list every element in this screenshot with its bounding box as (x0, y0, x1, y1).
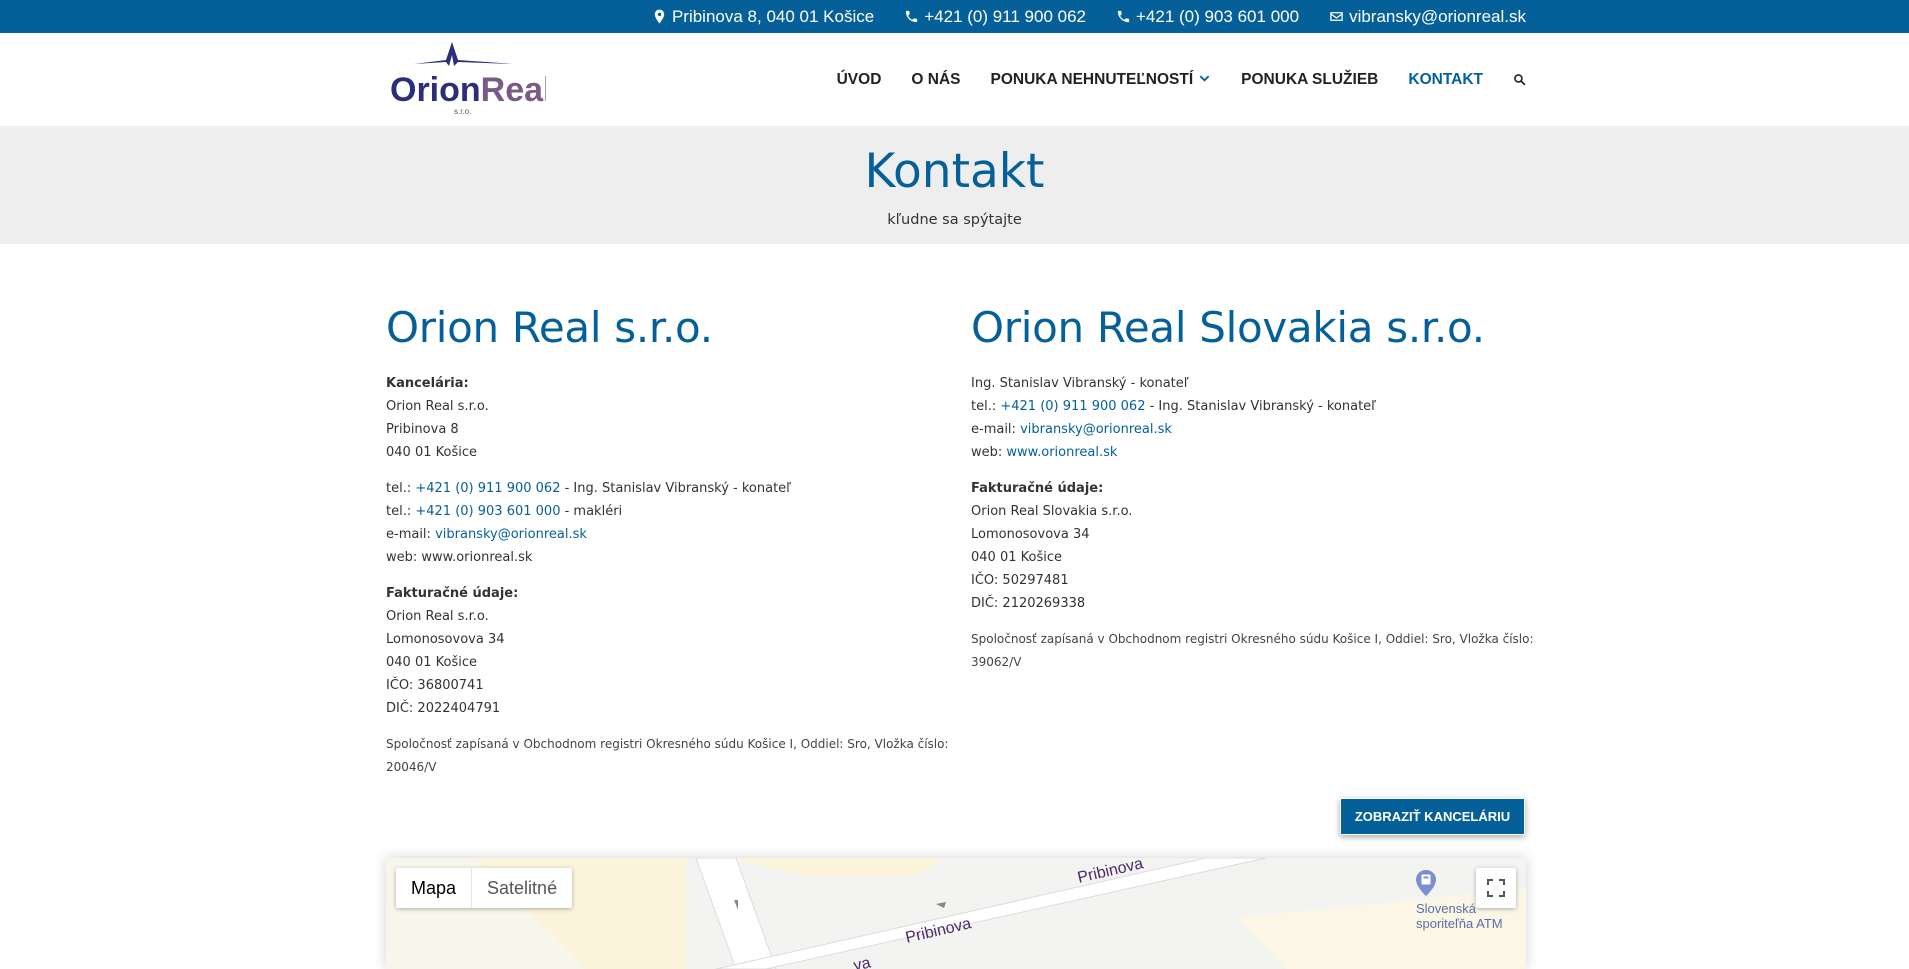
billing-line: Orion Real s.r.o. (386, 609, 489, 624)
registry-note: Spoločnosť zapísaná v Obchodnom registri… (971, 628, 1534, 674)
topbar-phone-1[interactable]: +421 (0) 911 900 062 (904, 7, 1086, 27)
tel-prefix: tel.: (386, 504, 412, 519)
email-prefix: e-mail: (971, 422, 1016, 437)
phone-line: tel.: +421 (0) 911 900 062 - Ing. Stanis… (971, 395, 1526, 418)
main-nav: ÚVOD O NÁS PONUKA NEHNUTEĽNOSTÍ PONUKA S… (837, 33, 1526, 126)
billing-heading: Fakturačné údaje: (971, 481, 1104, 496)
email-prefix: e-mail: (386, 527, 431, 542)
billing-line: Lomonosovova 34 (971, 527, 1090, 542)
web-line: web: www.orionreal.sk (971, 441, 1526, 464)
email-link[interactable]: vibransky@orionreal.sk (1020, 422, 1172, 437)
phone-line-1: tel.: +421 (0) 911 900 062 - Ing. Stanis… (386, 477, 926, 500)
chevron-down-icon (1199, 75, 1210, 82)
map-type-map-button[interactable]: Mapa (396, 868, 471, 908)
nav-kontakt[interactable]: KONTAKT (1408, 71, 1483, 89)
map-marker-icon (654, 9, 665, 24)
registry-note-line: 20046/V (386, 760, 437, 774)
orion-real-logo[interactable]: OrionReal s.r.o. (386, 40, 553, 120)
billing-line: IČO: 36800741 (386, 678, 484, 693)
registry-note-line: Spoločnosť zapísaná v Obchodnom registri… (386, 737, 949, 751)
web-link[interactable]: www.orionreal.sk (1006, 445, 1117, 460)
search-button[interactable] (1513, 73, 1526, 86)
billing-line: 040 01 Košice (386, 655, 477, 670)
billing-line: Lomonosovova 34 (386, 632, 505, 647)
atm-poi-label: Slovenská sporiteľňa ATM (1416, 901, 1503, 931)
envelope-icon (1330, 12, 1343, 21)
company-name: Orion Real Slovakia s.r.o. (971, 303, 1485, 352)
nav-ponuka-nehnutelnosti-label: PONUKA NEHNUTEĽNOSTÍ (990, 70, 1194, 88)
search-icon (1514, 74, 1526, 86)
phone-link-1[interactable]: +421 (0) 911 900 062 (415, 481, 560, 496)
web-line: web: www.orionreal.sk (386, 550, 533, 565)
phone-role: - makléri (560, 504, 623, 519)
topbar-address: Pribinova 8, 040 01 Košice (652, 7, 874, 27)
billing-details: Fakturačné údaje: Orion Real s.r.o. Lomo… (386, 582, 926, 720)
site-header: OrionReal s.r.o. ÚVOD O NÁS PONUKA NEHNU… (0, 33, 1909, 126)
billing-line: DIČ: 2120269338 (971, 596, 1086, 611)
map-type-control: Mapa Satelitné (396, 868, 573, 908)
company-orion-real: Orion Real s.r.o. Kancelária: Orion Real… (386, 244, 949, 792)
billing-details: Fakturačné údaje: Orion Real Slovakia s.… (971, 477, 1526, 615)
topbar-email-text: vibransky@orionreal.sk (1349, 6, 1526, 26)
tel-prefix: tel.: (386, 481, 412, 496)
atm-pin-icon[interactable] (1416, 870, 1436, 896)
nav-ponuka-nehnutelnosti[interactable]: PONUKA NEHNUTEĽNOSTÍ (991, 71, 1212, 89)
office-line: Orion Real s.r.o. (386, 399, 489, 414)
poi-label-line: sporiteľňa ATM (1416, 916, 1503, 931)
phone-line-2: tel.: +421 (0) 903 601 000 - makléri (386, 500, 926, 523)
phone-icon (906, 10, 918, 23)
topbar-email[interactable]: vibransky@orionreal.sk (1329, 7, 1526, 27)
office-address: Kancelária: Orion Real s.r.o. Pribinova … (386, 372, 926, 464)
topbar-phone-2-text: +421 (0) 903 601 000 (1136, 6, 1300, 26)
billing-line: IČO: 50297481 (971, 573, 1069, 588)
contact-details: tel.: +421 (0) 911 900 062 - Ing. Stanis… (386, 477, 926, 569)
company-orion-real-slovakia: Orion Real Slovakia s.r.o. Ing. Stanisla… (971, 244, 1534, 687)
phone-icon (1117, 10, 1130, 23)
phone-link[interactable]: +421 (0) 911 900 062 (1000, 399, 1145, 414)
web-prefix: web: (971, 445, 1003, 460)
email-link[interactable]: vibransky@orionreal.sk (435, 527, 587, 542)
page-title-band: Kontakt kľudne sa spýtajte (0, 126, 1909, 244)
topbar-address-text: Pribinova 8, 040 01 Košice (671, 6, 875, 26)
logo-graphic: OrionReal s.r.o. (390, 42, 553, 116)
logo-sub: s.r.o. (454, 107, 471, 116)
contact-details: Ing. Stanislav Vibranský - konateľ tel.:… (971, 372, 1526, 464)
logo-text: OrionReal (390, 71, 546, 109)
top-bar: Pribinova 8, 040 01 Košice +421 (0) 911 … (0, 0, 1909, 33)
page-subtitle: kľudne sa spýtajte (887, 212, 1022, 228)
phone-role: - Ing. Stanislav Vibranský - konateľ (1145, 399, 1377, 414)
show-office-button[interactable]: ZOBRAZIŤ KANCELÁRIU (1340, 798, 1525, 835)
tel-prefix: tel.: (971, 399, 997, 414)
company-name: Orion Real s.r.o. (386, 303, 713, 352)
page-title: Kontakt (864, 144, 1045, 199)
nav-o-nas[interactable]: O NÁS (911, 71, 960, 89)
google-map[interactable]: Mapa Satelitné Pribinova Pribinova va Sl… (386, 858, 1526, 969)
email-line: e-mail: vibransky@orionreal.sk (386, 523, 926, 546)
poi-label-line: Slovenská (1416, 901, 1476, 916)
registry-note-line: Spoločnosť zapísaná v Obchodnom registri… (971, 632, 1534, 646)
person-line: Ing. Stanislav Vibranský - konateľ (971, 376, 1189, 391)
email-line: e-mail: vibransky@orionreal.sk (971, 418, 1526, 441)
registry-note-line: 39062/V (971, 655, 1022, 669)
billing-line: DIČ: 2022404791 (386, 701, 501, 716)
office-line: 040 01 Košice (386, 445, 477, 460)
phone-role: - Ing. Stanislav Vibranský - konateľ (560, 481, 792, 496)
registry-note: Spoločnosť zapísaná v Obchodnom registri… (386, 733, 949, 779)
nav-uvod[interactable]: ÚVOD (837, 71, 882, 89)
phone-link-2[interactable]: +421 (0) 903 601 000 (415, 504, 560, 519)
topbar-phone-1-text: +421 (0) 911 900 062 (924, 6, 1086, 26)
topbar-phone-2[interactable]: +421 (0) 903 601 000 (1116, 7, 1299, 27)
office-line: Pribinova 8 (386, 422, 459, 437)
fullscreen-icon (1487, 879, 1505, 897)
billing-line: Orion Real Slovakia s.r.o. (971, 504, 1133, 519)
map-type-satellite-button[interactable]: Satelitné (471, 868, 572, 908)
nav-ponuka-sluzieb[interactable]: PONUKA SLUŽIEB (1241, 71, 1378, 89)
office-heading: Kancelária: (386, 376, 469, 391)
billing-line: 040 01 Košice (971, 550, 1062, 565)
billing-heading: Fakturačné údaje: (386, 586, 519, 601)
